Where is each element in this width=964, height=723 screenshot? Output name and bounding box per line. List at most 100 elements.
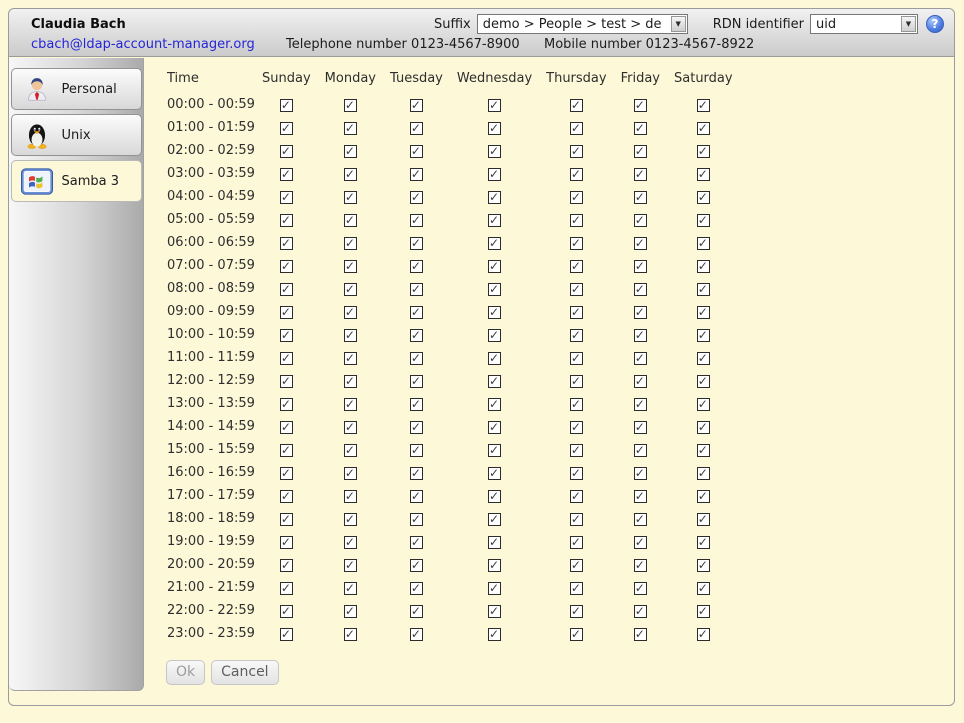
hour-checkbox-monday[interactable] bbox=[344, 191, 357, 204]
cancel-button[interactable]: Cancel bbox=[211, 660, 278, 685]
hour-checkbox-wednesday[interactable] bbox=[488, 99, 501, 112]
hour-checkbox-monday[interactable] bbox=[344, 582, 357, 595]
hour-checkbox-friday[interactable] bbox=[634, 214, 647, 227]
hour-checkbox-tuesday[interactable] bbox=[410, 306, 423, 319]
hour-checkbox-sunday[interactable] bbox=[280, 605, 293, 618]
hour-checkbox-thursday[interactable] bbox=[570, 536, 583, 549]
hour-checkbox-saturday[interactable] bbox=[697, 559, 710, 572]
hour-checkbox-monday[interactable] bbox=[344, 536, 357, 549]
hour-checkbox-tuesday[interactable] bbox=[410, 260, 423, 273]
hour-checkbox-monday[interactable] bbox=[344, 352, 357, 365]
hour-checkbox-sunday[interactable] bbox=[280, 306, 293, 319]
hour-checkbox-tuesday[interactable] bbox=[410, 605, 423, 618]
hour-checkbox-friday[interactable] bbox=[634, 628, 647, 641]
hour-checkbox-saturday[interactable] bbox=[697, 306, 710, 319]
hour-checkbox-friday[interactable] bbox=[634, 283, 647, 296]
hour-checkbox-tuesday[interactable] bbox=[410, 490, 423, 503]
hour-checkbox-tuesday[interactable] bbox=[410, 191, 423, 204]
hour-checkbox-wednesday[interactable] bbox=[488, 513, 501, 526]
hour-checkbox-wednesday[interactable] bbox=[488, 306, 501, 319]
hour-checkbox-monday[interactable] bbox=[344, 559, 357, 572]
hour-checkbox-thursday[interactable] bbox=[570, 329, 583, 342]
hour-checkbox-monday[interactable] bbox=[344, 237, 357, 250]
hour-checkbox-tuesday[interactable] bbox=[410, 444, 423, 457]
hour-checkbox-saturday[interactable] bbox=[697, 329, 710, 342]
chevron-down-icon[interactable]: ▼ bbox=[901, 16, 916, 32]
hour-checkbox-tuesday[interactable] bbox=[410, 559, 423, 572]
hour-checkbox-friday[interactable] bbox=[634, 444, 647, 457]
hour-checkbox-monday[interactable] bbox=[344, 467, 357, 480]
hour-checkbox-tuesday[interactable] bbox=[410, 375, 423, 388]
hour-checkbox-monday[interactable] bbox=[344, 605, 357, 618]
hour-checkbox-monday[interactable] bbox=[344, 99, 357, 112]
hour-checkbox-thursday[interactable] bbox=[570, 168, 583, 181]
hour-checkbox-friday[interactable] bbox=[634, 375, 647, 388]
hour-checkbox-saturday[interactable] bbox=[697, 490, 710, 503]
hour-checkbox-wednesday[interactable] bbox=[488, 398, 501, 411]
hour-checkbox-monday[interactable] bbox=[344, 628, 357, 641]
hour-checkbox-tuesday[interactable] bbox=[410, 237, 423, 250]
hour-checkbox-thursday[interactable] bbox=[570, 352, 583, 365]
hour-checkbox-friday[interactable] bbox=[634, 352, 647, 365]
hour-checkbox-saturday[interactable] bbox=[697, 214, 710, 227]
hour-checkbox-friday[interactable] bbox=[634, 605, 647, 618]
hour-checkbox-thursday[interactable] bbox=[570, 191, 583, 204]
email-link[interactable]: cbach@ldap-account-manager.org bbox=[31, 37, 286, 52]
hour-checkbox-friday[interactable] bbox=[634, 260, 647, 273]
hour-checkbox-friday[interactable] bbox=[634, 513, 647, 526]
hour-checkbox-monday[interactable] bbox=[344, 283, 357, 296]
hour-checkbox-wednesday[interactable] bbox=[488, 490, 501, 503]
hour-checkbox-thursday[interactable] bbox=[570, 444, 583, 457]
hour-checkbox-sunday[interactable] bbox=[280, 283, 293, 296]
hour-checkbox-sunday[interactable] bbox=[280, 237, 293, 250]
hour-checkbox-wednesday[interactable] bbox=[488, 536, 501, 549]
hour-checkbox-tuesday[interactable] bbox=[410, 122, 423, 135]
hour-checkbox-friday[interactable] bbox=[634, 122, 647, 135]
hour-checkbox-wednesday[interactable] bbox=[488, 421, 501, 434]
hour-checkbox-sunday[interactable] bbox=[280, 168, 293, 181]
hour-checkbox-monday[interactable] bbox=[344, 329, 357, 342]
hour-checkbox-tuesday[interactable] bbox=[410, 421, 423, 434]
hour-checkbox-friday[interactable] bbox=[634, 191, 647, 204]
hour-checkbox-monday[interactable] bbox=[344, 444, 357, 457]
hour-checkbox-monday[interactable] bbox=[344, 260, 357, 273]
hour-checkbox-saturday[interactable] bbox=[697, 352, 710, 365]
hour-checkbox-monday[interactable] bbox=[344, 306, 357, 319]
hour-checkbox-friday[interactable] bbox=[634, 145, 647, 158]
help-icon[interactable]: ? bbox=[926, 15, 944, 33]
hour-checkbox-thursday[interactable] bbox=[570, 306, 583, 319]
hour-checkbox-wednesday[interactable] bbox=[488, 283, 501, 296]
hour-checkbox-wednesday[interactable] bbox=[488, 191, 501, 204]
hour-checkbox-tuesday[interactable] bbox=[410, 329, 423, 342]
hour-checkbox-monday[interactable] bbox=[344, 490, 357, 503]
hour-checkbox-saturday[interactable] bbox=[697, 467, 710, 480]
hour-checkbox-saturday[interactable] bbox=[697, 375, 710, 388]
hour-checkbox-friday[interactable] bbox=[634, 559, 647, 572]
hour-checkbox-friday[interactable] bbox=[634, 398, 647, 411]
hour-checkbox-friday[interactable] bbox=[634, 467, 647, 480]
hour-checkbox-tuesday[interactable] bbox=[410, 628, 423, 641]
hour-checkbox-sunday[interactable] bbox=[280, 214, 293, 227]
hour-checkbox-sunday[interactable] bbox=[280, 375, 293, 388]
hour-checkbox-sunday[interactable] bbox=[280, 99, 293, 112]
hour-checkbox-thursday[interactable] bbox=[570, 122, 583, 135]
hour-checkbox-friday[interactable] bbox=[634, 237, 647, 250]
rdn-identifier-select[interactable]: uid ▼ bbox=[810, 14, 918, 34]
hour-checkbox-saturday[interactable] bbox=[697, 191, 710, 204]
hour-checkbox-saturday[interactable] bbox=[697, 513, 710, 526]
hour-checkbox-thursday[interactable] bbox=[570, 605, 583, 618]
hour-checkbox-thursday[interactable] bbox=[570, 467, 583, 480]
hour-checkbox-tuesday[interactable] bbox=[410, 536, 423, 549]
hour-checkbox-saturday[interactable] bbox=[697, 237, 710, 250]
ok-button[interactable]: Ok bbox=[166, 660, 205, 685]
hour-checkbox-wednesday[interactable] bbox=[488, 329, 501, 342]
hour-checkbox-thursday[interactable] bbox=[570, 237, 583, 250]
tab-unix[interactable]: Unix bbox=[11, 114, 142, 156]
tab-personal[interactable]: Personal bbox=[11, 68, 142, 110]
hour-checkbox-sunday[interactable] bbox=[280, 398, 293, 411]
hour-checkbox-friday[interactable] bbox=[634, 536, 647, 549]
hour-checkbox-friday[interactable] bbox=[634, 168, 647, 181]
hour-checkbox-friday[interactable] bbox=[634, 421, 647, 434]
hour-checkbox-monday[interactable] bbox=[344, 168, 357, 181]
hour-checkbox-wednesday[interactable] bbox=[488, 237, 501, 250]
